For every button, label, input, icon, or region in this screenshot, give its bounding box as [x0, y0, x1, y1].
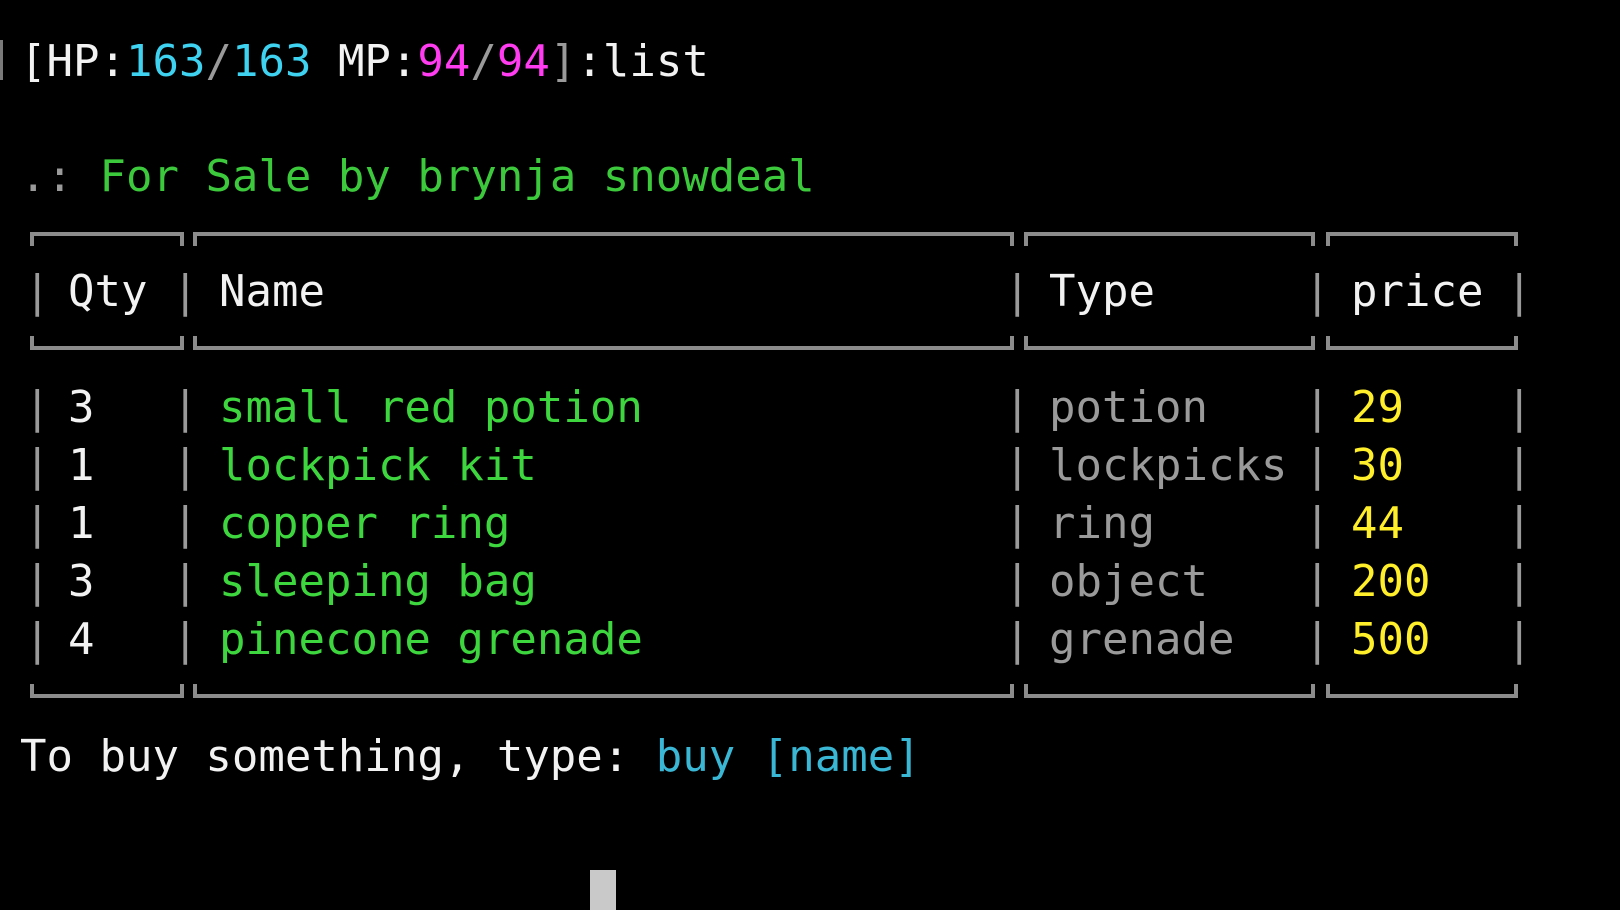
buy-hint-command: buy [name]	[655, 731, 921, 782]
column-divider: |	[24, 266, 51, 317]
mp-current: 94	[417, 36, 471, 87]
shop-header-prefix: .:	[20, 151, 100, 202]
column-divider: |	[1004, 440, 1031, 491]
column-divider: |	[1506, 614, 1533, 665]
price-body-bottom-border	[1326, 684, 1518, 698]
mp-max: 94	[496, 36, 550, 87]
entered-command: :list	[576, 36, 709, 87]
qty-header-bottom-border	[30, 336, 184, 350]
column-divider: |	[1004, 614, 1031, 665]
column-header-name: Name	[219, 266, 325, 317]
status-prompt: [HP:163/163 MP:94/94]:list	[20, 40, 709, 84]
column-divider: |	[24, 498, 51, 549]
column-divider: |	[1304, 266, 1331, 317]
item-price: 30	[1351, 440, 1404, 491]
item-qty: 3	[68, 556, 95, 607]
column-divider: |	[1506, 498, 1533, 549]
buy-hint: To buy something, type: buy [name]	[20, 735, 921, 779]
column-divider: |	[172, 556, 199, 607]
column-divider: |	[1004, 266, 1031, 317]
column-divider: |	[172, 382, 199, 433]
item-name: sleeping bag	[219, 556, 537, 607]
column-divider: |	[24, 614, 51, 665]
price-header-bottom-border	[1326, 336, 1518, 350]
item-qty: 4	[68, 614, 95, 665]
type-header-bottom-border	[1024, 336, 1315, 350]
shop-header: .: For Sale by brynja snowdeal	[20, 155, 815, 199]
mp-label: MP:	[311, 36, 418, 87]
type-header-top-border	[1024, 232, 1315, 246]
item-type: object	[1049, 556, 1208, 607]
column-divider: |	[24, 382, 51, 433]
item-price: 44	[1351, 498, 1404, 549]
item-qty: 3	[68, 382, 95, 433]
price-header-top-border	[1326, 232, 1518, 246]
hp-max: 163	[231, 36, 312, 87]
item-price: 29	[1351, 382, 1404, 433]
item-price: 500	[1351, 614, 1431, 665]
name-header-top-border	[193, 232, 1014, 246]
column-divider: |	[1004, 556, 1031, 607]
item-type: lockpicks	[1049, 440, 1288, 491]
mp-separator: /	[470, 36, 497, 87]
column-divider: |	[1304, 440, 1331, 491]
item-name: small red potion	[219, 382, 643, 433]
column-divider: |	[24, 440, 51, 491]
item-name: pinecone grenade	[219, 614, 643, 665]
column-divider: |	[1004, 382, 1031, 433]
qty-body-bottom-border	[30, 684, 184, 698]
column-divider: |	[1304, 556, 1331, 607]
qty-header-top-border	[30, 232, 184, 246]
terminal-cursor[interactable]	[590, 870, 616, 910]
buy-hint-text: To buy something, type:	[20, 731, 656, 782]
prompt-open-bracket: [	[20, 36, 47, 87]
hp-label: HP:	[46, 36, 126, 87]
column-divider: |	[1506, 440, 1533, 491]
item-price: 200	[1351, 556, 1431, 607]
item-type: ring	[1049, 498, 1155, 549]
column-header-price: price	[1351, 266, 1484, 317]
column-divider: |	[1506, 556, 1533, 607]
column-divider: |	[1304, 614, 1331, 665]
column-header-qty: Qty	[68, 266, 148, 317]
column-header-type: Type	[1049, 266, 1155, 317]
column-divider: |	[1004, 498, 1031, 549]
window-edge	[0, 40, 11, 80]
shop-header-title: For Sale by brynja snowdeal	[99, 151, 815, 202]
column-divider: |	[172, 440, 199, 491]
column-divider: |	[172, 614, 199, 665]
name-body-bottom-border	[193, 684, 1014, 698]
column-divider: |	[1506, 382, 1533, 433]
column-divider: |	[172, 266, 199, 317]
item-name: copper ring	[219, 498, 511, 549]
hp-separator: /	[205, 36, 232, 87]
name-header-bottom-border	[193, 336, 1014, 350]
item-type: grenade	[1049, 614, 1235, 665]
item-name: lockpick kit	[219, 440, 537, 491]
column-divider: |	[24, 556, 51, 607]
item-qty: 1	[68, 498, 95, 549]
column-divider: |	[1304, 382, 1331, 433]
column-divider: |	[172, 498, 199, 549]
column-divider: |	[1304, 498, 1331, 549]
hp-current: 163	[125, 36, 206, 87]
prompt-close-bracket: ]	[549, 36, 577, 87]
type-body-bottom-border	[1024, 684, 1315, 698]
item-qty: 1	[68, 440, 95, 491]
column-divider: |	[1506, 266, 1533, 317]
item-type: potion	[1049, 382, 1208, 433]
